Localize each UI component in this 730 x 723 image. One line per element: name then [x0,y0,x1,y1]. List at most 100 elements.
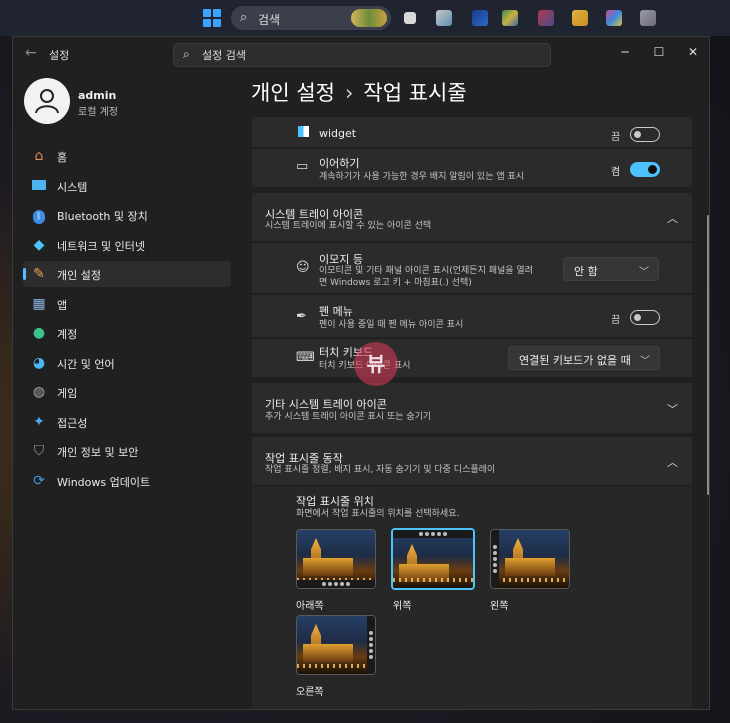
taskbar-search[interactable]: ⌕ 검색 [231,6,391,30]
city-wallpaper-thumbnail [393,530,473,588]
position-label-left: 왼쪽 [490,601,509,612]
touch-keyboard-dropdown[interactable]: 연결된 키보드가 없을 때 ﹀ [508,346,660,370]
position-title: 작업 표시줄 위치 [296,495,374,508]
profile-account-type: 로컬 계정 [78,107,118,118]
sidebar-item-label: 접근성 [57,416,88,430]
title-bar: ← 설정 ⌕ ─ ☐ ✕ [13,37,709,69]
position-label-bottom: 아래쪽 [296,601,324,612]
behavior-section-header[interactable]: 작업 표시줄 동작 작업 표시줄 정렬, 배지 표시, 자동 숨기기 및 다중 … [252,437,692,485]
sidebar-item-accessibility[interactable]: ✦ 접근성 [23,409,231,435]
home-icon: ⌂ [34,148,44,164]
emoji-desc-line2: 면 Windows 로고 키 + 마침표(.) 선택) [319,278,472,288]
windows-start-icon[interactable] [203,9,221,27]
accessibility-icon: ✦ [33,413,45,430]
search-highlight-thumbnail [351,9,387,27]
position-option-top[interactable] [391,528,475,590]
sidebar-item-system[interactable]: 시스템 [23,173,231,199]
tray-section-header[interactable]: 시스템 트레이 아이콘 시스템 트레이에 표시할 수 있는 아이콘 선택 ︿ [252,193,692,241]
continue-title: 이어하기 [319,157,360,170]
sidebar-item-network[interactable]: ◆ 네트워크 및 인터넷 [23,232,231,258]
gamepad-icon: ◍ [32,384,46,400]
emoji-dropdown[interactable]: 안 함 ﹀ [563,257,659,281]
profile-name: admin [78,89,117,102]
other-tray-section[interactable]: 기타 시스템 트레이 아이콘 추가 시스템 트레이 아이콘 표시 또는 숨기기 … [252,383,692,433]
sidebar-item-accounts[interactable]: ● 계정 [23,320,231,346]
chevron-down-icon: ﹀ [640,356,650,367]
content-scrollbar[interactable] [707,215,709,495]
position-option-left[interactable] [490,529,570,589]
page-title: 개인 설정 › 작업 표시줄 [251,77,467,107]
pen-desc: 펜이 사용 중일 때 펜 메뉴 아이콘 표시 [319,320,464,330]
widget-row: widget 끔 [252,117,692,147]
sidebar-item-bluetooth[interactable]: ᛒ Bluetooth 및 장치 [23,202,231,228]
app-title: 설정 [49,49,70,62]
widget-title: widget [319,127,357,140]
minimize-button[interactable]: ─ [610,41,640,63]
maximize-button[interactable]: ☐ [644,41,674,63]
chevron-down-icon: ﹀ [639,267,649,278]
position-desc: 화면에서 작업 표시줄의 위치를 선택하세요. [296,509,460,519]
continue-toggle[interactable] [630,162,660,177]
keyboard-icon: ⌨ [296,350,315,365]
chevron-down-icon[interactable]: ﹀ [667,401,678,417]
settings-search-input[interactable] [202,47,532,63]
city-wallpaper-thumbnail [491,530,569,588]
settings-search-box[interactable]: ⌕ [173,43,551,67]
taskbar-app-icon[interactable] [404,12,416,24]
other-tray-desc: 추가 시스템 트레이 아이콘 표시 또는 숨기기 [265,412,432,422]
continue-desc: 계속하기가 사용 가능한 경우 배지 알림이 있는 앱 표시 [319,172,525,182]
position-option-bottom[interactable] [296,529,376,589]
chevron-up-icon[interactable]: ︿ [667,454,678,470]
sidebar-item-windows-update[interactable]: ⟳ Windows 업데이트 [23,468,231,494]
back-arrow-icon[interactable]: ← [25,45,37,61]
search-icon: ⌕ [183,47,190,61]
pen-icon: ✒ [296,309,307,324]
taskbar-app-icon[interactable] [606,10,622,26]
sidebar-item-apps[interactable]: ▦ 앱 [23,291,231,317]
taskbar-app-icon[interactable] [538,10,554,26]
update-icon: ⟳ [33,472,45,489]
taskbar-app-icon[interactable] [436,10,452,26]
taskbar-preview-right [367,616,375,674]
bluetooth-icon: ᛒ [31,207,47,224]
position-label-right: 오른쪽 [296,687,324,698]
sidebar-item-gaming[interactable]: ◍ 게임 [23,379,231,405]
taskbar-app-icon[interactable] [502,10,518,26]
taskbar-app-icon[interactable] [572,10,588,26]
sidebar-item-label: 네트워크 및 인터넷 [57,239,145,253]
avatar[interactable] [24,78,70,124]
globe-clock-icon: ◕ [32,354,46,371]
wifi-icon: ◆ [33,236,45,253]
person-icon: ● [32,325,46,341]
sidebar-item-label: 홈 [57,151,68,164]
touch-keyboard-dropdown-value: 연결된 키보드가 없을 때 [519,354,631,367]
breadcrumb-parent[interactable]: 개인 설정 [251,81,335,105]
chevron-up-icon[interactable]: ︿ [667,210,678,226]
breadcrumb-current: 작업 표시줄 [363,81,467,105]
sidebar-item-personalization[interactable]: ✎ 개인 설정 [23,261,231,287]
pen-toggle-state: 끔 [611,315,621,326]
taskbar-preview-left [491,530,499,588]
emoji-row: ☺ 이모지 등 이모티콘 및 기타 패널 아이콘 표시(언제든지 패널을 열려 … [252,243,692,293]
sidebar-item-label: 개인 설정 [57,269,101,282]
taskbar: ⌕ 검색 [0,0,730,36]
widget-icon [298,126,309,141]
sidebar-item-time-language[interactable]: ◕ 시간 및 언어 [23,350,231,376]
sidebar-item-label: 시간 및 언어 [57,357,115,371]
devices-icon: ▭ [296,159,309,174]
sidebar-item-label: 계정 [57,328,78,341]
touch-keyboard-row: ⌨ 터치 키보드 터치 키보드 아이콘 표시 연결된 키보드가 없을 때 ﹀ [252,339,692,377]
taskbar-preview-bottom [297,580,375,588]
sidebar-item-home[interactable]: ⌂ 홈 [23,143,231,169]
watermark-logo: 뷰 [354,342,398,386]
sidebar-item-label: Windows 업데이트 [57,475,151,489]
sidebar-item-privacy[interactable]: ⛉ 개인 정보 및 보안 [23,438,231,464]
position-option-right[interactable] [296,615,376,675]
taskbar-app-icon[interactable] [472,10,488,26]
continue-row: ▭ 이어하기 계속하기가 사용 가능한 경우 배지 알림이 있는 앱 표시 켬 [252,149,692,187]
widget-toggle[interactable] [630,127,660,142]
taskbar-app-icon[interactable] [640,10,656,26]
pen-toggle[interactable] [630,310,660,325]
close-button[interactable]: ✕ [678,41,708,63]
sidebar-item-label: 개인 정보 및 보안 [57,446,139,459]
